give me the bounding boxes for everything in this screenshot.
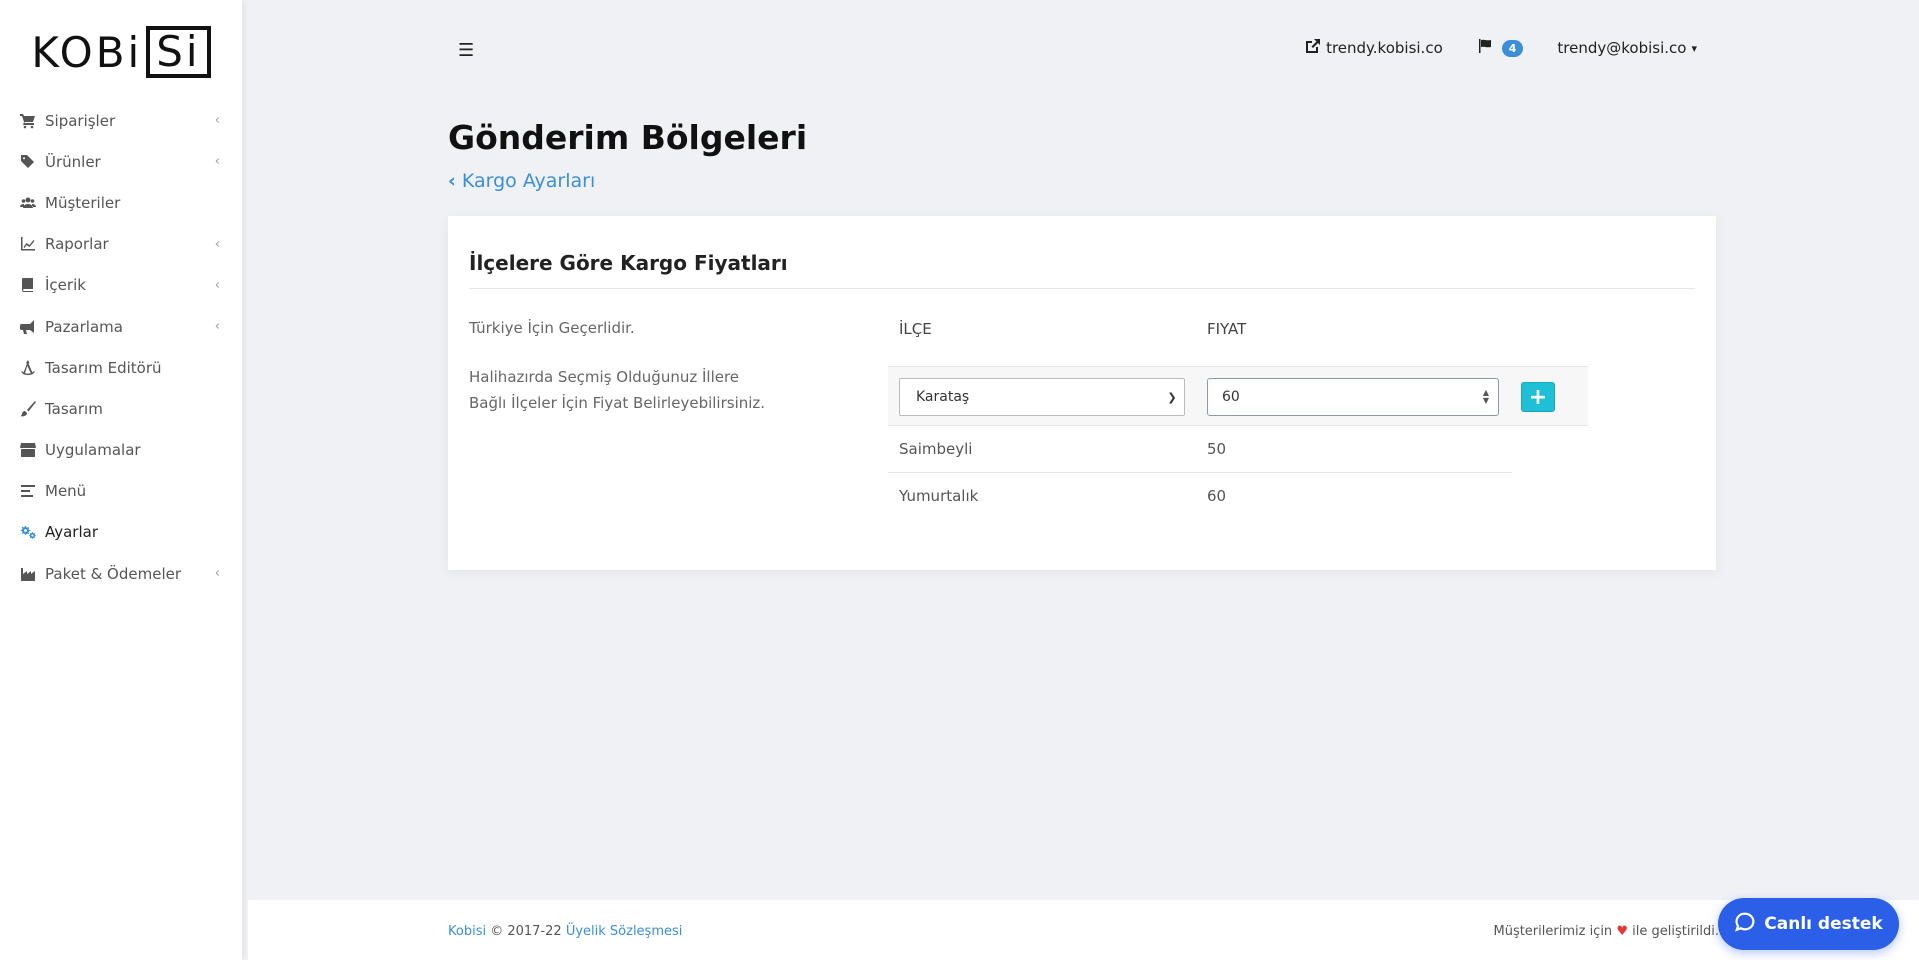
notifications-button[interactable]: 4: [1477, 38, 1524, 58]
megaphone-icon: [19, 318, 37, 336]
store-link-text: trendy.kobisi.co: [1326, 39, 1443, 57]
tags-icon: [19, 153, 37, 171]
footer-copyright: © 2017-22: [490, 924, 562, 939]
user-email: trendy@kobisi.co: [1557, 39, 1687, 57]
footer-right: Müşterilerimiz için ♥ ile geliştirildi.: [1493, 924, 1719, 939]
chevron-down-icon: ▾: [1691, 41, 1697, 55]
sidebar-item-label: Tasarım Editörü: [45, 358, 162, 377]
brush-icon: [19, 400, 37, 418]
notifications-badge: 4: [1501, 39, 1524, 57]
back-link[interactable]: ‹ Kargo Ayarları: [448, 170, 595, 192]
sidebar-item-icerik[interactable]: İçerik ‹: [0, 265, 242, 306]
user-menu[interactable]: trendy@kobisi.co ▾: [1557, 39, 1697, 57]
drafting-compass-icon: [19, 359, 37, 377]
book-icon: [19, 276, 37, 294]
footer: Kobisi © 2017-22 Üyelik Sözleşmesi Müşte…: [248, 900, 1919, 960]
sidebar-item-label: Ürünler: [45, 152, 101, 171]
sidebar-item-tasarim-editoru[interactable]: Tasarım Editörü: [0, 347, 242, 388]
sidebar-item-label: Menü: [45, 482, 87, 501]
sidebar-item-siparisler[interactable]: Siparişler ‹: [0, 100, 242, 141]
logo[interactable]: KOBi Si: [0, 0, 242, 100]
price-input[interactable]: 60 ▲ ▼: [1207, 378, 1499, 416]
card-title: İlçelere Göre Kargo Fiyatları: [469, 251, 788, 275]
footer-terms-link[interactable]: Üyelik Sözleşmesi: [566, 924, 683, 939]
price-input-value: 60: [1222, 389, 1240, 405]
store-link[interactable]: trendy.kobisi.co: [1305, 38, 1443, 58]
sidebar-item-label: Siparişler: [45, 111, 116, 130]
number-spinner[interactable]: ▲ ▼: [1474, 389, 1498, 405]
column-header-district: İLÇE: [899, 320, 932, 338]
chevron-left-icon: ‹: [214, 566, 220, 582]
footer-credit-pre: Müşterilerimiz için: [1493, 924, 1613, 939]
sidebar-item-label: Ayarlar: [45, 523, 99, 542]
chevron-down-icon: ❯: [1167, 390, 1177, 404]
add-district-button[interactable]: +: [1521, 382, 1555, 412]
new-district-row: Karataş ❯ 60 ▲ ▼ +: [888, 366, 1588, 426]
sidebar-item-label: Müşteriler: [45, 193, 121, 212]
flag-icon: [1477, 38, 1493, 58]
live-support-label: Canlı destek: [1764, 914, 1883, 934]
sidebar-item-label: Tasarım: [45, 399, 103, 418]
sidebar-item-musteriler[interactable]: Müşteriler: [0, 182, 242, 223]
district-select-value: Karataş: [916, 389, 970, 405]
sidebar-nav: Siparişler ‹ Ürünler ‹ Müşteriler Raporl…: [0, 100, 242, 594]
store-icon: [19, 441, 37, 459]
table-row: Yumurtalık 60: [888, 473, 1512, 520]
district-cell: Saimbeyli: [899, 440, 973, 458]
table-row: Saimbeyli 50: [888, 426, 1512, 473]
sidebar-item-label: Paket & Ödemeler: [45, 564, 182, 583]
price-cell: 60: [1207, 487, 1227, 505]
price-cell: 50: [1207, 440, 1227, 458]
sidebar-item-label: Uygulamalar: [45, 441, 141, 460]
district-cell: Yumurtalık: [899, 487, 979, 505]
heart-icon: ♥: [1616, 924, 1628, 939]
footer-brand-link[interactable]: Kobisi: [448, 924, 486, 939]
footer-credit-post: ile geliştirildi.: [1632, 924, 1719, 939]
chevron-left-icon: ‹: [214, 319, 220, 335]
cogs-icon: [19, 523, 37, 541]
chevron-left-icon: ‹: [214, 154, 220, 170]
sidebar: KOBi Si Siparişler ‹ Ürünler ‹ Müşterile…: [0, 0, 242, 960]
sidebar-item-label: Raporlar: [45, 235, 109, 254]
card-description: Türkiye İçin Geçerlidir.: [469, 319, 635, 337]
chevron-left-icon: ‹: [214, 236, 220, 252]
sidebar-item-urunler[interactable]: Ürünler ‹: [0, 141, 242, 182]
page-title: Gönderim Bölgeleri: [448, 118, 808, 157]
topbar: ☰ trendy.kobisi.co 4 trendy@kobisi.co ▾: [242, 0, 1919, 100]
logo-text: KOBi: [31, 27, 143, 77]
sidebar-item-tasarim[interactable]: Tasarım: [0, 388, 242, 429]
chevron-left-icon: ‹: [214, 277, 220, 293]
chat-bubble-icon: [1734, 911, 1756, 938]
sidebar-item-menu[interactable]: Menü: [0, 471, 242, 512]
logo-box-text: Si: [146, 26, 211, 78]
sidebar-item-paket-odemeler[interactable]: Paket & Ödemeler ‹: [0, 553, 242, 594]
footer-left: Kobisi © 2017-22 Üyelik Sözleşmesi: [448, 924, 682, 939]
cart-icon: [19, 112, 37, 130]
sidebar-item-label: Pazarlama: [45, 317, 123, 336]
chevron-left-icon: ‹: [214, 113, 220, 129]
district-prices-card: İlçelere Göre Kargo Fiyatları Türkiye İç…: [448, 216, 1716, 570]
card-help-text: Halihazırda Seçmiş Olduğunuz İllere Bağl…: [469, 368, 766, 412]
live-support-button[interactable]: Canlı destek: [1718, 898, 1899, 950]
sidebar-item-raporlar[interactable]: Raporlar ‹: [0, 224, 242, 265]
external-link-icon: [1305, 38, 1321, 58]
district-select[interactable]: Karataş ❯: [899, 378, 1185, 416]
column-header-price: FIYAT: [1207, 320, 1247, 338]
chevron-left-icon: ‹: [448, 170, 456, 192]
hamburger-menu-icon[interactable]: ☰: [458, 40, 474, 61]
back-link-text: Kargo Ayarları: [461, 170, 596, 192]
users-icon: [19, 194, 37, 212]
sidebar-item-label: İçerik: [45, 276, 86, 295]
sidebar-item-uygulamalar[interactable]: Uygulamalar: [0, 430, 242, 471]
align-left-icon: [19, 482, 37, 500]
divider: [469, 288, 1695, 289]
chart-line-icon: [19, 235, 37, 253]
sidebar-item-pazarlama[interactable]: Pazarlama ‹: [0, 306, 242, 347]
industry-icon: [19, 565, 37, 583]
sidebar-item-ayarlar[interactable]: Ayarlar: [0, 512, 242, 553]
